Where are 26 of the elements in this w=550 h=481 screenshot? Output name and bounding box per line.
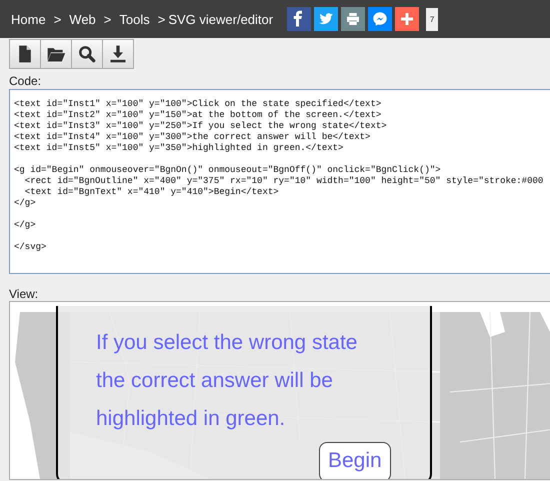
search-button[interactable] bbox=[71, 39, 103, 69]
code-field[interactable]: <text id="Inst1" x="100" y="100">Click on the state specified</text> <text id="Inst2" x="100" y="150">at the bottom of the screen.</text> <text id="Inst3" x="100" y="250">If you select the wrong state</text> <text id="Inst4" x="100" y="300">the correct answer will be</text> <text id="Inst5" x="100" y="350">highlighted in green.</text> <g id="Begin" onmouseover="BgnOn()" onmouseout="BgnOff()" onclick="BgnClick()"> <rect id="BgnOutline" x="400" y="375" rx="10" ry="10" width="100" height="50" style="stroke:#000 <text id="BgnText" x="410" y="410">Begin</text> </g> </g> </svg> bbox=[9, 89, 550, 274]
breadcrumb-link[interactable]: Home bbox=[11, 12, 46, 26]
breadcrumb-separator: > bbox=[158, 12, 166, 26]
breadcrumb-link[interactable]: Tools bbox=[119, 12, 150, 26]
begin-button[interactable]: Begin bbox=[319, 442, 391, 479]
view-label: View: bbox=[9, 287, 40, 301]
share-count: 7 bbox=[426, 8, 438, 30]
instruction-text: highlighted in green. bbox=[96, 406, 286, 432]
breadcrumb-current: SVG viewer/editor bbox=[168, 12, 274, 26]
folder-button[interactable] bbox=[40, 39, 72, 69]
instruction-text: If you select the wrong state bbox=[96, 330, 358, 356]
bird-icon[interactable] bbox=[314, 7, 338, 31]
printer-icon[interactable] bbox=[341, 7, 366, 31]
search-icon bbox=[77, 44, 97, 64]
messenger-icon[interactable] bbox=[368, 7, 392, 31]
download-button[interactable] bbox=[102, 39, 134, 69]
breadcrumb-link[interactable]: Web bbox=[69, 12, 96, 26]
facebook-icon[interactable] bbox=[287, 7, 312, 31]
download-icon bbox=[108, 44, 128, 64]
breadcrumb-separator: > bbox=[54, 12, 62, 26]
plus-icon[interactable] bbox=[395, 7, 420, 31]
code-label: Code: bbox=[9, 74, 42, 88]
breadcrumb-separator: > bbox=[104, 12, 112, 26]
instruction-text: the correct answer will be bbox=[96, 368, 333, 394]
file-button[interactable] bbox=[9, 39, 41, 69]
